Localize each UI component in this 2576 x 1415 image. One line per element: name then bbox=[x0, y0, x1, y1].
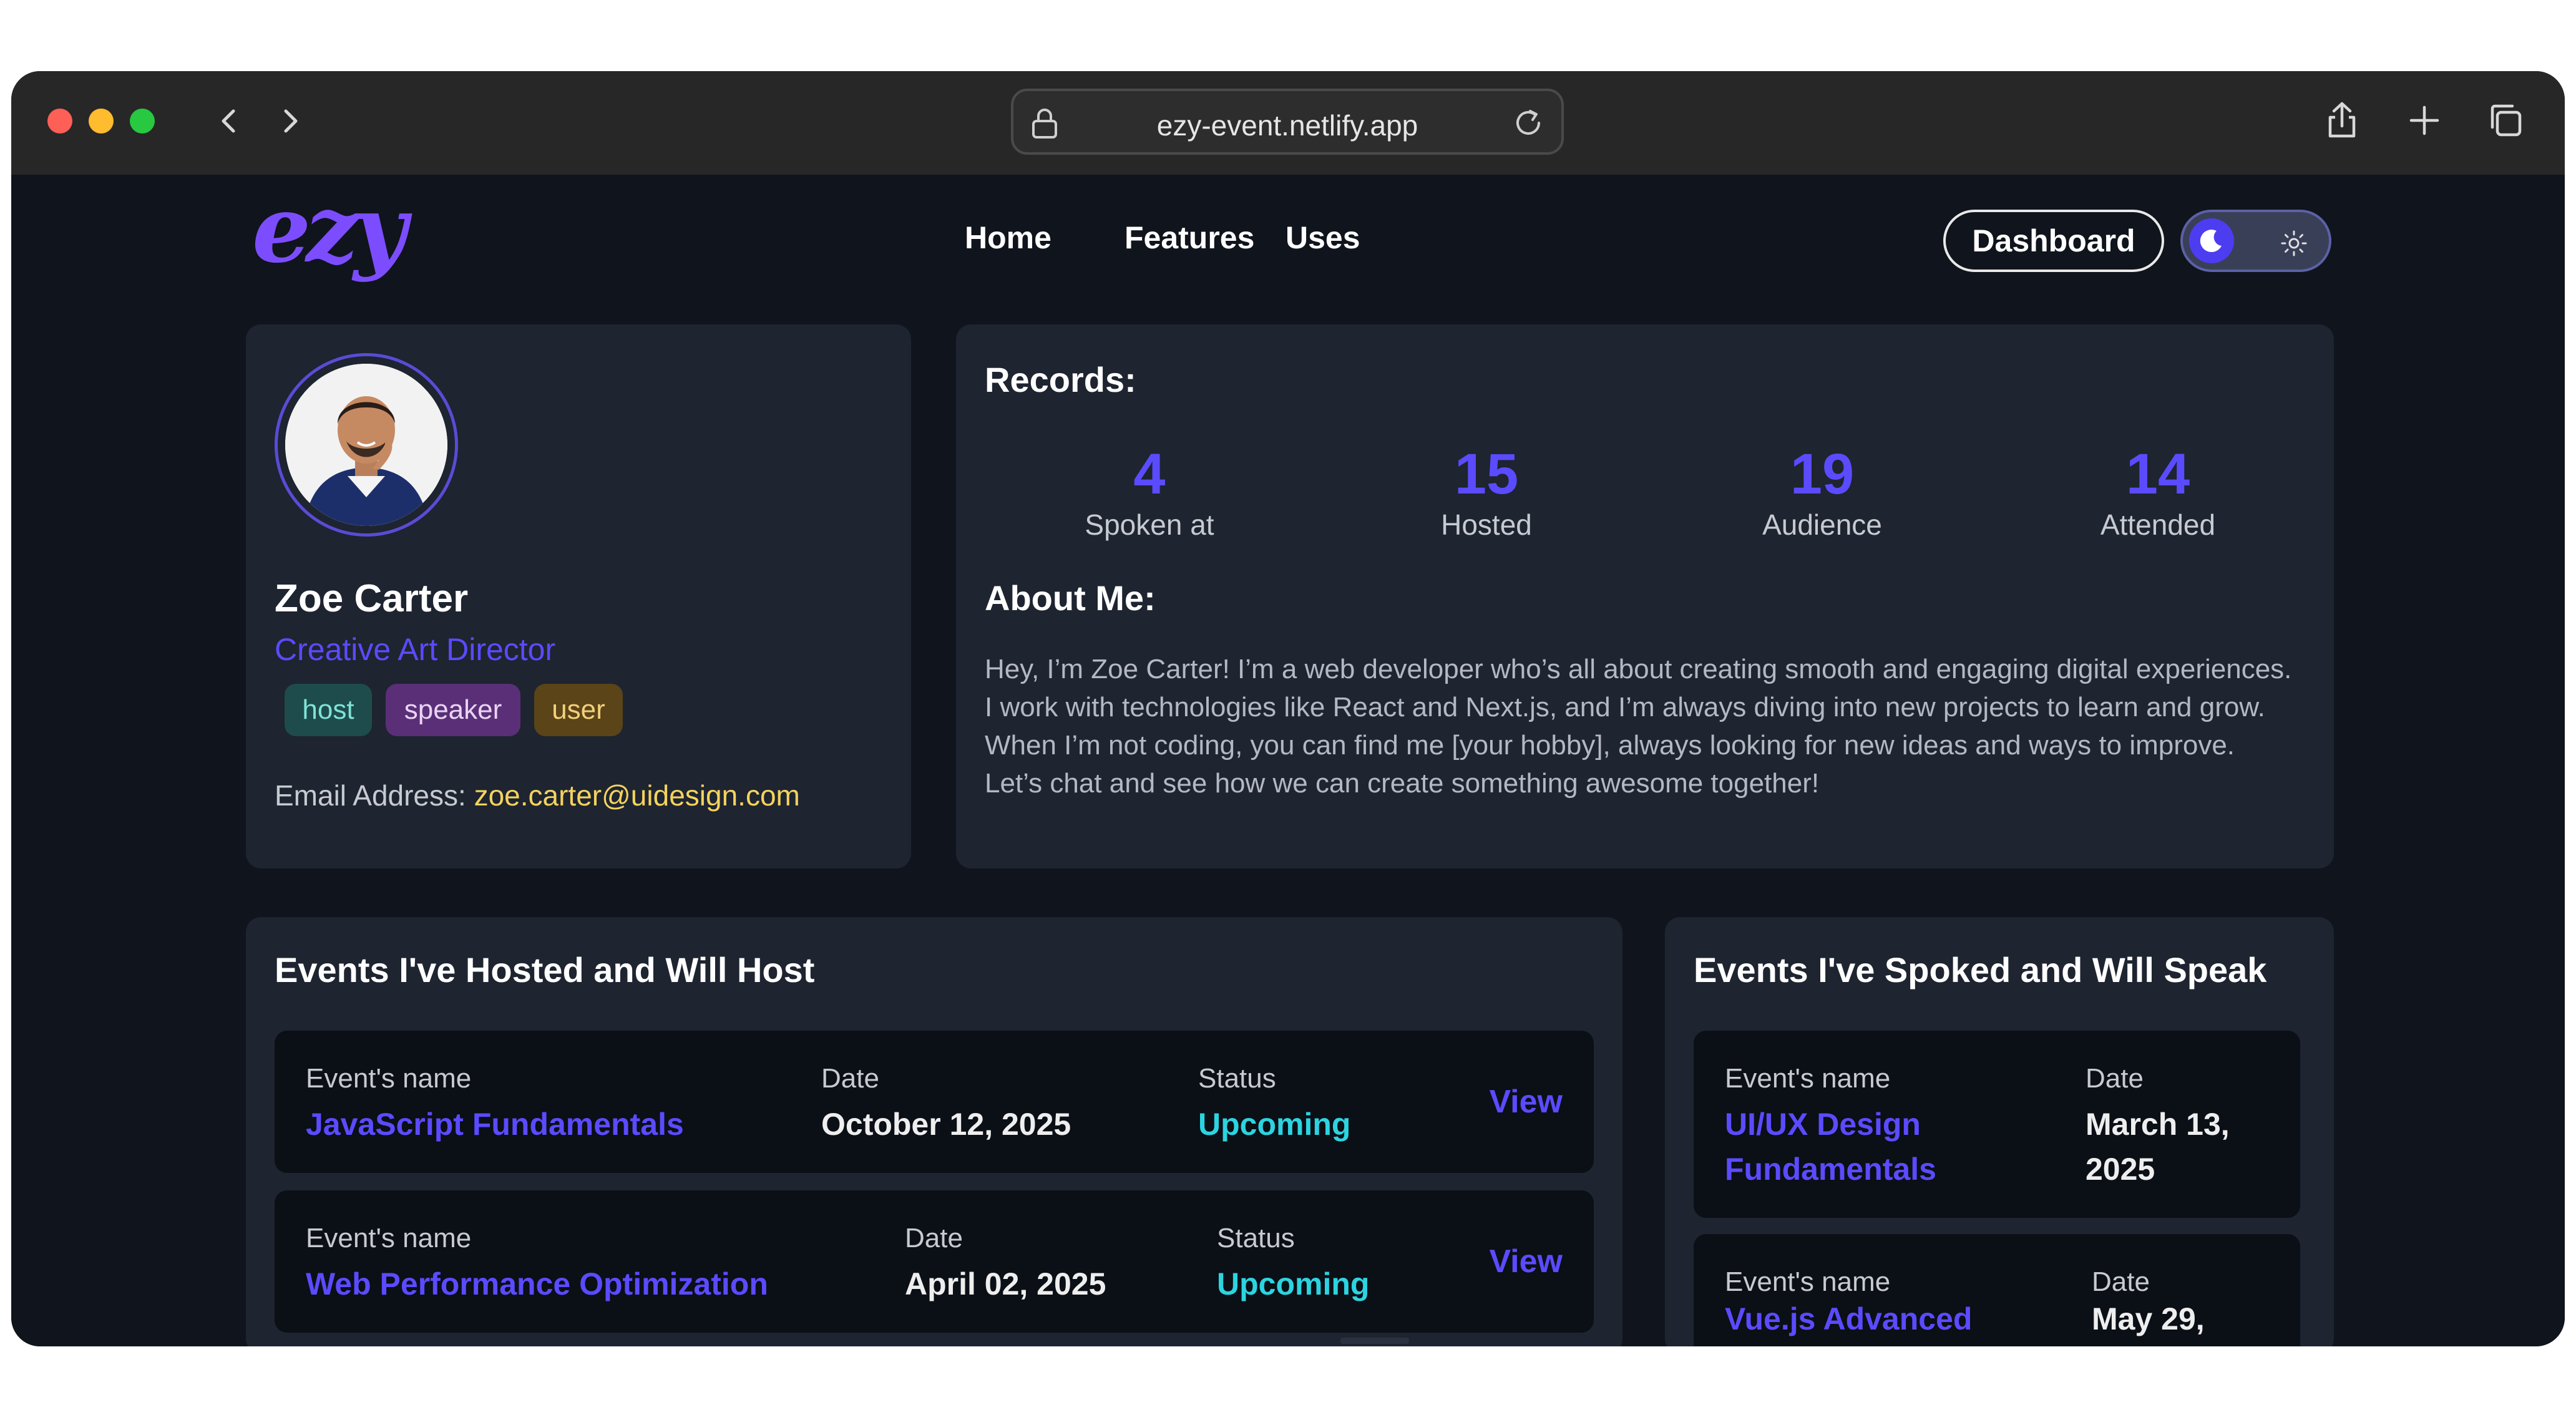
stat-attended: 14 Attended bbox=[2033, 443, 2283, 542]
event-name-label: Event's name bbox=[306, 1223, 472, 1253]
minimize-window-button[interactable] bbox=[89, 109, 114, 134]
event-date: May 29, bbox=[2092, 1301, 2205, 1336]
sun-icon bbox=[2280, 230, 2308, 257]
spoke-events-card: Events I've Spoked and Will Speak Event'… bbox=[1665, 917, 2334, 1346]
stat-label: Spoken at bbox=[1085, 508, 1214, 541]
event-name-line: Fundamentals bbox=[1725, 1152, 1936, 1187]
about-text: Hey, I’m Zoe Carter! I’m a web developer… bbox=[985, 654, 2292, 799]
url-text: ezy-event.netlify.app bbox=[1156, 109, 1418, 142]
nav-uses-link[interactable]: Uses bbox=[1286, 220, 1360, 256]
forward-arrow-icon[interactable] bbox=[271, 102, 308, 140]
role-badge-speaker: speaker bbox=[386, 684, 520, 736]
stat-spoken-at: 4 Spoken at bbox=[1025, 443, 1274, 542]
new-tab-icon[interactable] bbox=[2403, 99, 2446, 142]
event-name-label: Event's name bbox=[1725, 1063, 1891, 1094]
reload-icon[interactable] bbox=[1511, 106, 1545, 140]
event-status-label: Status bbox=[1217, 1223, 1295, 1253]
role-badge-user: user bbox=[534, 684, 623, 736]
scroll-indicator[interactable] bbox=[1340, 1338, 1409, 1344]
stat-label: Audience bbox=[1762, 508, 1882, 541]
event-date-label: Date bbox=[2092, 1267, 2150, 1297]
nav-features-link[interactable]: Features bbox=[1125, 220, 1254, 256]
event-status-label: Status bbox=[1198, 1063, 1276, 1094]
nav-home-link[interactable]: Home bbox=[965, 220, 1051, 256]
ezy-logo[interactable]: ezy bbox=[252, 175, 407, 283]
event-date-label: Date bbox=[821, 1063, 879, 1094]
browser-window: ezy-event.netlify.app ezy Home Features … bbox=[11, 71, 2565, 1346]
stat-audience: 19 Audience bbox=[1697, 443, 1947, 542]
event-name-link[interactable]: UI/UX Design Fundamentals bbox=[1725, 1102, 1936, 1192]
event-name-link[interactable]: Web Performance Optimization bbox=[306, 1262, 768, 1306]
event-date-line: 2025 bbox=[2086, 1152, 2155, 1187]
stat-label: Hosted bbox=[1441, 508, 1532, 541]
view-event-button[interactable]: View bbox=[1489, 1083, 1563, 1121]
hosted-events-card: Events I've Hosted and Will Host Event's… bbox=[246, 917, 1622, 1346]
share-icon[interactable] bbox=[2320, 99, 2364, 142]
stat-value: 14 bbox=[2125, 442, 2190, 506]
spoke-events-title: Events I've Spoked and Will Speak bbox=[1694, 950, 2267, 990]
stat-value: 4 bbox=[1133, 442, 1166, 506]
view-event-button[interactable]: View bbox=[1489, 1243, 1563, 1280]
event-name-label: Event's name bbox=[1725, 1267, 1891, 1297]
event-row: Event's name Vue.js Advanced Date May 29… bbox=[1694, 1234, 2300, 1346]
event-row: Event's name UI/UX Design Fundamentals D… bbox=[1694, 1031, 2300, 1218]
tab-overview-icon[interactable] bbox=[2484, 99, 2527, 142]
stat-value: 19 bbox=[1790, 442, 1855, 506]
event-row: Event's name Web Performance Optimizatio… bbox=[275, 1190, 1594, 1333]
profile-email-row: Email Address: zoe.carter@uidesign.com bbox=[275, 779, 800, 812]
dashboard-button[interactable]: Dashboard bbox=[1943, 210, 2164, 272]
event-date: April 02, 2025 bbox=[905, 1267, 1106, 1301]
records-card: Records: 4 Spoken at 15 Hosted 19 Audien… bbox=[956, 324, 2334, 868]
event-date-line: March 13, bbox=[2086, 1107, 2230, 1142]
page-content: ezy Home Features Uses Dashboard Zoe Car… bbox=[11, 175, 2565, 1346]
moon-icon bbox=[2189, 218, 2234, 263]
zoom-window-button[interactable] bbox=[130, 109, 155, 134]
event-status: Upcoming bbox=[1198, 1107, 1351, 1142]
browser-toolbar: ezy-event.netlify.app bbox=[11, 71, 2565, 175]
event-name-link[interactable]: JavaScript Fundamentals bbox=[306, 1102, 684, 1147]
stat-label: Attended bbox=[2100, 508, 2216, 541]
event-name-line: UI/UX Design bbox=[1725, 1107, 1921, 1142]
avatar-photo bbox=[285, 364, 447, 526]
close-window-button[interactable] bbox=[47, 109, 72, 134]
profile-name: Zoe Carter bbox=[275, 577, 469, 620]
address-bar[interactable]: ezy-event.netlify.app bbox=[1011, 89, 1564, 155]
avatar bbox=[275, 353, 458, 537]
event-name-label: Event's name bbox=[306, 1063, 472, 1094]
email-label: Email Address: bbox=[275, 779, 466, 812]
event-date: March 13, 2025 bbox=[2086, 1102, 2230, 1192]
event-name-link[interactable]: Vue.js Advanced bbox=[1725, 1296, 1972, 1341]
event-row: Event's name JavaScript Fundamentals Dat… bbox=[275, 1031, 1594, 1173]
role-badge-host: host bbox=[285, 684, 372, 736]
back-arrow-icon[interactable] bbox=[211, 102, 248, 140]
stat-value: 15 bbox=[1454, 442, 1519, 506]
theme-toggle[interactable] bbox=[2180, 210, 2331, 272]
email-link[interactable]: zoe.carter@uidesign.com bbox=[474, 779, 800, 812]
hosted-events-title: Events I've Hosted and Will Host bbox=[275, 950, 815, 990]
event-date: October 12, 2025 bbox=[821, 1107, 1071, 1142]
profile-card: Zoe Carter Creative Art Director host sp… bbox=[246, 324, 911, 868]
event-date-label: Date bbox=[905, 1223, 963, 1253]
profile-job-title: Creative Art Director bbox=[275, 632, 556, 667]
stat-hosted: 15 Hosted bbox=[1362, 443, 1611, 542]
event-status: Upcoming bbox=[1217, 1267, 1370, 1301]
event-date-label: Date bbox=[2086, 1063, 2144, 1094]
about-title: About Me: bbox=[985, 578, 1156, 618]
records-title: Records: bbox=[985, 360, 1136, 399]
